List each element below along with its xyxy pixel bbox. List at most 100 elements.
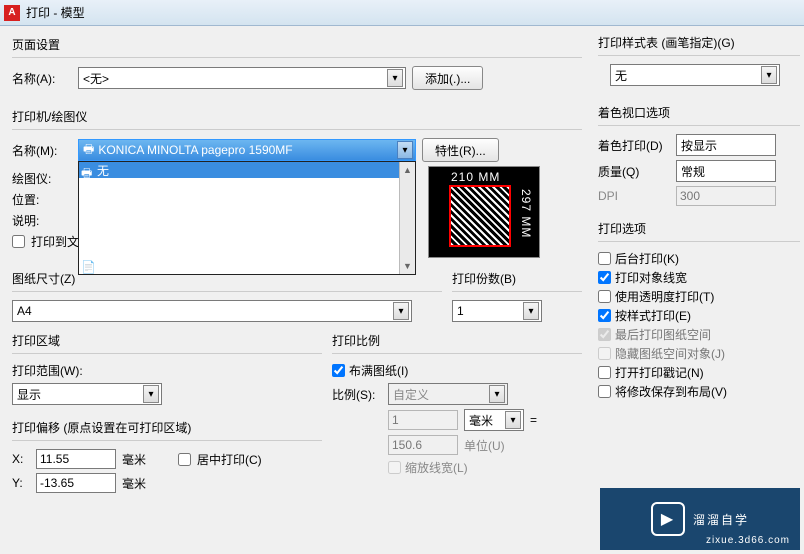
option-label: 后台打印(K) <box>615 250 679 267</box>
dpi-input <box>676 186 776 206</box>
page-setup-name-combo[interactable]: <无> <box>78 67 406 89</box>
dropdown-item[interactable]: 🖶\\USER00012C\Generic 18BW-7 <box>79 242 415 258</box>
option-row: 打开打印戳记(N) <box>598 364 800 381</box>
printer-name-label: 名称(M): <box>12 142 72 159</box>
center-plot-label: 居中打印(C) <box>197 451 262 468</box>
description-label: 说明: <box>12 212 72 229</box>
dropdown-item[interactable]: 🖶KONICA MINOLTA pagepro 1590MF <box>79 210 415 226</box>
chevron-down-icon[interactable] <box>393 302 409 320</box>
dropdown-item[interactable]: 🖶Fax <box>79 226 415 242</box>
shade-plot-combo[interactable]: 按显示 <box>676 134 776 156</box>
chevron-down-icon[interactable] <box>505 411 521 429</box>
dpi-label: DPI <box>598 189 670 203</box>
print-to-file-label: 打印到文 <box>31 233 79 250</box>
printer-group-title: 打印机/绘图仪 <box>12 108 582 125</box>
option-label: 打印对象线宽 <box>615 269 687 286</box>
option-row: 将修改保存到布局(V) <box>598 383 800 400</box>
preview-height-label: 297 MM <box>519 189 533 238</box>
paper-preview: 210 MM 297 MM <box>428 166 540 258</box>
option-checkbox[interactable] <box>598 252 611 265</box>
scale-unit1-combo[interactable]: 毫米 <box>464 409 524 431</box>
option-checkbox[interactable] <box>598 385 611 398</box>
options-title: 打印选项 <box>598 220 800 237</box>
plot-area-title: 打印区域 <box>12 332 322 349</box>
quality-label: 质量(Q) <box>598 163 670 180</box>
option-checkbox <box>598 328 611 341</box>
printer-icon: 🖶 <box>81 196 93 208</box>
titlebar: A 打印 - 模型 <box>0 0 804 26</box>
shade-title: 着色视口选项 <box>598 104 800 121</box>
copies-spinner[interactable]: 1 <box>452 300 542 322</box>
properties-button[interactable]: 特性(R)... <box>422 138 499 162</box>
option-row: 打印对象线宽 <box>598 269 800 286</box>
fit-to-paper-label: 布满图纸(I) <box>349 362 408 379</box>
quality-combo[interactable]: 常规 <box>676 160 776 182</box>
dropdown-item[interactable]: 🖶无 <box>79 162 415 178</box>
dropdown-item[interactable]: 🖶Microsoft XPS Document Writer <box>79 178 415 194</box>
option-row: 按样式打印(E) <box>598 307 800 324</box>
location-label: 位置: <box>12 191 72 208</box>
option-label: 使用透明度打印(T) <box>615 288 714 305</box>
option-label: 按样式打印(E) <box>615 307 691 324</box>
option-checkbox[interactable] <box>598 271 611 284</box>
printer-icon: 🖶 <box>81 228 93 240</box>
preview-paper-icon <box>449 185 511 247</box>
plotter-icon: 📄 <box>81 260 93 272</box>
watermark-sub: zixue.3d66.com <box>706 535 790 546</box>
scale-ratio-label: 比例(S): <box>332 386 382 403</box>
window-title: 打印 - 模型 <box>26 4 85 21</box>
fit-to-paper-checkbox[interactable] <box>332 364 345 377</box>
chevron-down-icon[interactable] <box>143 385 159 403</box>
print-options-list: 后台打印(K) 打印对象线宽使用透明度打印(T) 按样式打印(E) 最后打印图纸空间隐… <box>598 250 800 400</box>
center-plot-checkbox[interactable] <box>178 453 191 466</box>
play-icon <box>651 502 685 536</box>
copies-title: 打印份数(B) <box>452 270 582 287</box>
page-setup-title: 页面设置 <box>12 36 582 53</box>
option-checkbox <box>598 347 611 360</box>
printer-icon: 🖶 <box>83 140 94 161</box>
printer-icon: 🖶 <box>81 180 93 192</box>
dropdown-scrollbar[interactable]: ▲▼ <box>399 162 415 274</box>
printer-name-combo[interactable]: 🖶 KONICA MINOLTA pagepro 1590MF 🖶无 🖶Micr… <box>78 139 416 161</box>
print-to-file-checkbox[interactable] <box>12 235 25 248</box>
scroll-up-icon[interactable]: ▲ <box>403 162 412 178</box>
style-table-combo[interactable]: 无 <box>610 64 780 86</box>
offset-y-input[interactable] <box>36 473 116 493</box>
paper-size-combo[interactable]: A4 <box>12 300 412 322</box>
option-label: 隐藏图纸空间对象(J) <box>615 345 725 362</box>
plot-range-combo[interactable]: 显示 <box>12 383 162 405</box>
style-table-title: 打印样式表 (画笔指定)(G) <box>598 34 800 51</box>
chevron-down-icon[interactable] <box>761 66 777 84</box>
scroll-down-icon[interactable]: ▼ <box>403 258 412 274</box>
chevron-down-icon[interactable] <box>387 69 403 87</box>
option-checkbox[interactable] <box>598 366 611 379</box>
watermark: 溜溜自学 zixue.3d66.com <box>600 488 800 550</box>
spinner-icon[interactable] <box>523 302 539 320</box>
scale-ratio-combo[interactable]: 自定义 <box>388 383 508 405</box>
add-button[interactable]: 添加(.)... <box>412 66 483 90</box>
offset-y-label: Y: <box>12 476 30 490</box>
offset-x-input[interactable] <box>36 449 116 469</box>
page-setup-name-label: 名称(A): <box>12 70 72 87</box>
printer-group: 打印机/绘图仪 名称(M): 🖶 KONICA MINOLTA pagepro … <box>12 106 582 264</box>
option-row: 隐藏图纸空间对象(J) <box>598 345 800 362</box>
option-checkbox[interactable] <box>598 290 611 303</box>
offset-title: 打印偏移 (原点设置在可打印区域) <box>12 419 322 436</box>
scale-numerator-input <box>388 410 458 430</box>
option-label: 最后打印图纸空间 <box>615 326 711 343</box>
option-row: 最后打印图纸空间 <box>598 326 800 343</box>
app-logo-icon: A <box>4 5 20 21</box>
printer-icon: 🖶 <box>81 164 93 176</box>
offset-x-unit: 毫米 <box>122 451 146 468</box>
printer-dropdown-list[interactable]: 🖶无 🖶Microsoft XPS Document Writer 🖶KONIC… <box>78 161 416 275</box>
dropdown-item[interactable]: 📄DWF6 ePlot.pc3 <box>79 258 415 274</box>
option-label: 打开打印戳记(N) <box>615 364 704 381</box>
chevron-down-icon[interactable] <box>489 385 505 403</box>
option-checkbox[interactable] <box>598 309 611 322</box>
option-label: 将修改保存到布局(V) <box>615 383 727 400</box>
equals-label: = <box>530 413 537 427</box>
chevron-down-icon[interactable] <box>397 141 413 159</box>
plot-range-label: 打印范围(W): <box>12 362 322 379</box>
dropdown-item[interactable]: 🖶KONICA MINOLTA PP1590/BH16 FAX <box>79 194 415 210</box>
printer-icon: 🖶 <box>81 212 93 224</box>
